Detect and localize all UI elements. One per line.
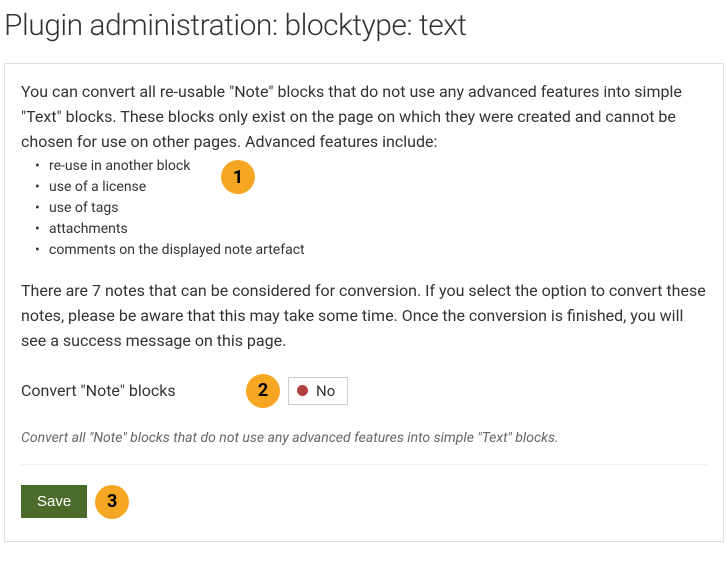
config-panel: You can convert all re-usable "Note" blo… bbox=[4, 63, 724, 542]
features-wrapper: 1 re-use in another block use of a licen… bbox=[21, 156, 707, 261]
page-title: Plugin administration: blocktype: text bbox=[4, 8, 724, 43]
save-button[interactable]: Save bbox=[21, 485, 87, 518]
annotation-badge-2: 2 bbox=[246, 374, 280, 408]
features-list: re-use in another block use of a license… bbox=[21, 156, 707, 261]
convert-field-row: Convert "Note" blocks 2 No bbox=[21, 374, 707, 408]
convert-toggle[interactable]: No bbox=[288, 377, 348, 405]
toggle-indicator-icon bbox=[297, 385, 308, 396]
divider bbox=[21, 464, 707, 465]
list-item: use of tags bbox=[49, 198, 707, 219]
convert-label: Convert "Note" blocks bbox=[21, 381, 186, 400]
list-item: comments on the displayed note artefact bbox=[49, 240, 707, 261]
list-item: use of a license bbox=[49, 177, 707, 198]
annotation-badge-3: 3 bbox=[95, 485, 129, 519]
conversion-count-text: There are 7 notes that can be considered… bbox=[21, 279, 707, 353]
save-row: Save 3 bbox=[21, 485, 707, 519]
list-item: attachments bbox=[49, 219, 707, 240]
toggle-value: No bbox=[316, 382, 335, 400]
list-item: re-use in another block bbox=[49, 156, 707, 177]
convert-help-text: Convert all "Note" blocks that do not us… bbox=[21, 430, 707, 446]
intro-text: You can convert all re-usable "Note" blo… bbox=[21, 80, 707, 154]
